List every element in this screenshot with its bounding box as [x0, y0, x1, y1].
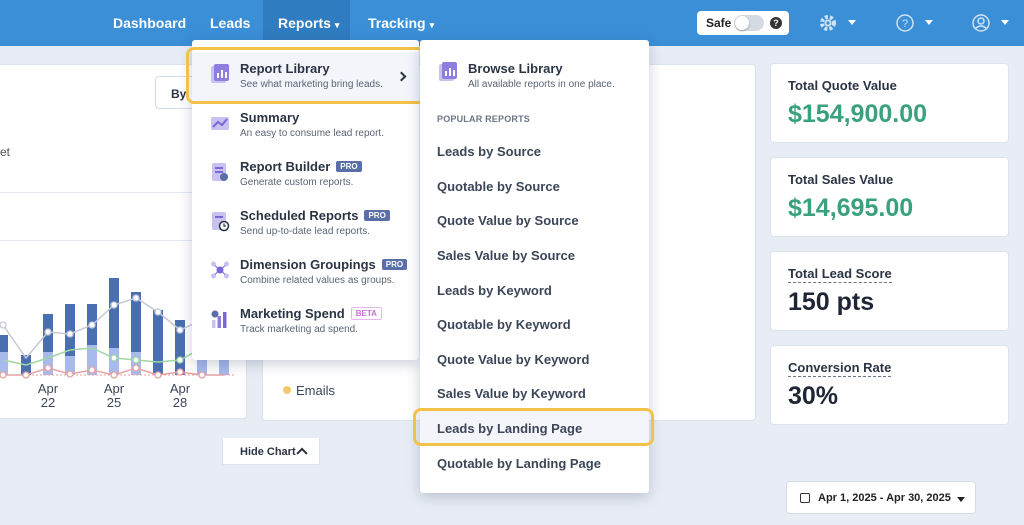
kpi-value: 150 pts: [788, 288, 875, 316]
popular-reports-heading: POPULAR REPORTS: [437, 114, 531, 124]
report-builder-icon: [212, 163, 228, 181]
nav-reports-label: Reports: [278, 15, 331, 31]
caret-down-icon: [957, 497, 965, 502]
x-tick-day: 28: [172, 395, 188, 410]
legend-label[interactable]: Emails: [296, 383, 335, 398]
help-circle-icon[interactable]: ?: [770, 17, 782, 29]
summary-icon: [211, 117, 229, 130]
kpi-label[interactable]: Total Lead Score: [788, 266, 892, 283]
menu-item-dimension-groupings[interactable]: Dimension Groupings PRO Combine related v…: [192, 248, 419, 297]
report-link[interactable]: Quote Value by Keyword: [437, 352, 589, 367]
x-axis-tick: Apr 22: [28, 382, 68, 410]
x-tick-month: Apr: [37, 381, 59, 396]
gear-icon[interactable]: [818, 13, 838, 33]
marketing-spend-icon: [211, 310, 227, 328]
kpi-label: Total Quote Value: [788, 78, 897, 93]
svg-text:?: ?: [902, 18, 908, 30]
menu-item-title: Scheduled Reports PRO: [240, 208, 390, 223]
x-tick-month: Apr: [169, 381, 191, 396]
pro-badge: PRO: [364, 210, 390, 221]
menu-item-title-text: Scheduled Reports: [240, 208, 359, 223]
highlight-report-library: [186, 47, 426, 104]
chevron-down-icon: ▾: [429, 20, 435, 30]
report-link[interactable]: Quotable by Source: [437, 179, 560, 194]
nav-leads-label: Leads: [210, 15, 251, 31]
report-link[interactable]: Sales Value by Keyword: [437, 386, 586, 401]
dimension-groupings-icon: [211, 261, 229, 279]
nav-dashboard[interactable]: Dashboard: [113, 0, 186, 46]
menu-item-subtitle: An easy to consume lead report.: [240, 128, 384, 139]
beta-badge: BETA: [350, 307, 382, 320]
menu-item-title-text: Report Builder: [240, 159, 331, 174]
x-axis-tick: Apr 28: [160, 382, 200, 410]
menu-item-title: Dimension Groupings PRO: [240, 257, 408, 272]
menu-item-title: Report Builder PRO: [240, 159, 362, 174]
calendar-icon: [800, 493, 810, 503]
x-tick-month: Apr: [103, 381, 125, 396]
report-link[interactable]: Leads by Keyword: [437, 283, 552, 298]
chart-line-gray: [2, 297, 203, 360]
menu-item-title-text: Dimension Groupings: [240, 257, 376, 272]
x-axis-tick: Apr 25: [94, 382, 134, 410]
highlight-leads-by-landing-page: [413, 408, 654, 446]
user-avatar-icon[interactable]: [971, 13, 991, 33]
menu-item-report-builder[interactable]: Report Builder PRO Generate custom report…: [192, 150, 419, 199]
nav-dashboard-label: Dashboard: [113, 15, 187, 31]
kpi-value: 30%: [788, 382, 839, 410]
date-range-label: Apr 1, 2025 - Apr 30, 2025: [818, 492, 951, 504]
scheduled-reports-icon: [212, 212, 230, 232]
kpi-total-quote-value: Total Quote Value $154,900.00: [770, 63, 1009, 143]
browse-library-item[interactable]: Browse Library All available reports in …: [420, 52, 649, 94]
report-link[interactable]: Leads by Source: [437, 144, 541, 159]
pro-badge: PRO: [381, 259, 408, 270]
nav-tracking-label: Tracking: [368, 15, 426, 31]
kpi-conversion-rate: Conversion Rate 30%: [770, 345, 1009, 425]
legend-swatch: [283, 386, 291, 394]
kpi-label[interactable]: Conversion Rate: [788, 360, 892, 377]
report-link[interactable]: Sales Value by Source: [437, 248, 575, 263]
help-menu-caret-icon[interactable]: [925, 20, 933, 25]
menu-item-subtitle: Track marketing ad spend.: [240, 324, 359, 335]
report-link[interactable]: Quotable by Landing Page: [437, 456, 601, 471]
x-tick-day: 22: [40, 395, 56, 410]
help-icon[interactable]: ?: [895, 13, 915, 33]
menu-item-title: Summary: [240, 110, 300, 125]
browse-library-icon: [439, 62, 457, 81]
menu-item-subtitle: Combine related values as groups.: [240, 275, 395, 286]
x-tick-day: 25: [106, 395, 122, 410]
kpi-value: $14,695.00: [788, 194, 914, 222]
user-menu-caret-icon[interactable]: [1001, 20, 1009, 25]
menu-item-subtitle: Generate custom reports.: [240, 177, 354, 188]
hide-chart-label: Hide Chart: [240, 446, 296, 458]
kpi-total-sales-value: Total Sales Value $14,695.00: [770, 157, 1009, 237]
browse-library-title: Browse Library: [468, 61, 563, 76]
menu-item-summary[interactable]: Summary An easy to consume lead report.: [192, 101, 419, 150]
menu-item-marketing-spend[interactable]: Marketing Spend BETA Track marketing ad s…: [192, 297, 419, 346]
kpi-total-lead-score: Total Lead Score 150 pts: [770, 251, 1009, 331]
report-link[interactable]: Quotable by Keyword: [437, 317, 571, 332]
menu-item-subtitle: Send up-to-date lead reports.: [240, 226, 371, 237]
date-range-picker[interactable]: Apr 1, 2025 - Apr 30, 2025: [786, 481, 976, 514]
partial-label: et: [0, 145, 11, 159]
gear-menu-caret-icon[interactable]: [848, 20, 856, 25]
kpi-label: Total Sales Value: [788, 172, 894, 187]
hide-chart-button[interactable]: Hide Chart: [222, 438, 320, 465]
menu-item-scheduled-reports[interactable]: Scheduled Reports PRO Send up-to-date lea…: [192, 199, 419, 248]
chevron-down-icon: ▾: [334, 20, 340, 30]
report-link[interactable]: Quote Value by Source: [437, 213, 579, 228]
safe-label: Safe: [706, 16, 732, 30]
pro-badge: PRO: [336, 161, 362, 172]
menu-item-title: Marketing Spend BETA: [240, 306, 382, 321]
safe-toggle[interactable]: [734, 15, 764, 31]
kpi-value: $154,900.00: [788, 100, 928, 128]
safe-mode-control: Safe ?: [697, 11, 789, 35]
menu-item-title-text: Marketing Spend: [240, 306, 345, 321]
toggle-knob: [735, 16, 749, 30]
browse-library-subtitle: All available reports in one place.: [468, 79, 615, 90]
chevron-up-icon: [296, 447, 308, 459]
